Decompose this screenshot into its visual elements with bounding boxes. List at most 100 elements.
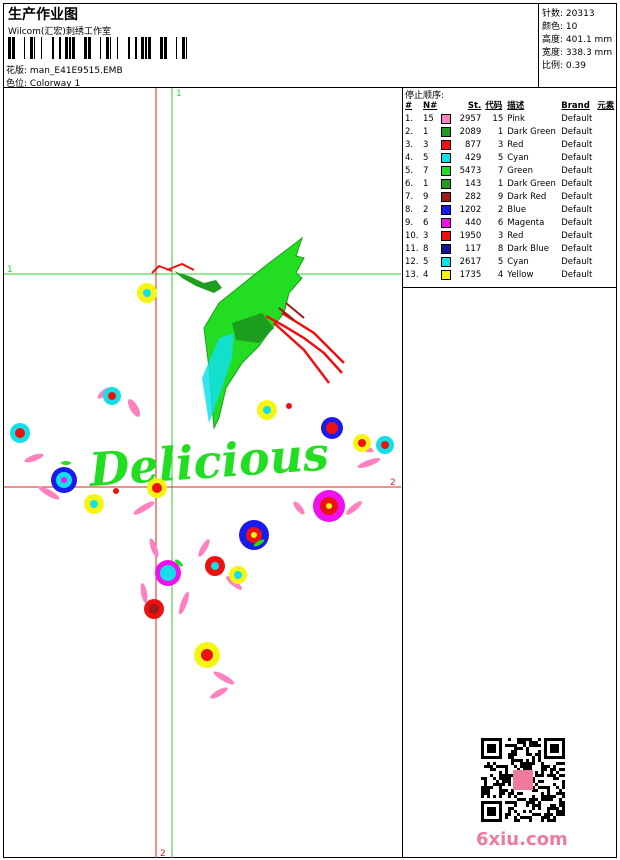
qr-module: [487, 765, 490, 768]
qr-module: [532, 741, 535, 744]
qr-module: [517, 798, 520, 801]
barcode-bar: [34, 37, 35, 59]
height-value: 401.1 mm: [565, 35, 613, 45]
row-element: [595, 191, 616, 204]
row-needle: 7: [423, 166, 429, 176]
scale-value: 0.39: [565, 61, 586, 71]
barcode-bar: [182, 37, 185, 59]
row-code: 6: [497, 218, 504, 228]
row-needle: 1: [423, 127, 429, 137]
table-row: 5. 7 5473 7 Green Default: [403, 165, 616, 178]
qr-module: [523, 738, 526, 741]
qr-module: [532, 801, 535, 804]
design-file: man_E41E9515.EMB: [29, 66, 123, 76]
qr-module: [514, 765, 517, 768]
barcode-bar: [128, 37, 130, 59]
qr-module: [514, 801, 517, 804]
qr-module: [505, 789, 508, 792]
col-desc: 描述: [507, 101, 525, 111]
qr-module: [562, 804, 565, 807]
qr-module: [523, 816, 526, 819]
row-index: 7.: [405, 192, 414, 202]
qr-module: [562, 786, 565, 789]
color-swatch: [441, 152, 452, 163]
row-desc: Cyan: [507, 153, 529, 163]
qr-module: [490, 768, 493, 771]
barcode-bar: [69, 37, 71, 59]
qr-module: [529, 819, 532, 822]
qr-module: [514, 747, 517, 750]
qr-module: [496, 780, 499, 783]
qr-module: [490, 765, 493, 768]
qr-module: [511, 753, 514, 756]
row-index: 5.: [405, 166, 414, 176]
qr-module: [562, 801, 565, 804]
qr-module: [490, 774, 493, 777]
qr-module: [490, 786, 493, 789]
qr-module: [538, 801, 541, 804]
qr-module: [505, 816, 508, 819]
row-desc: Cyan: [507, 257, 529, 267]
qr-module: [529, 744, 532, 747]
row-swatch: [439, 165, 453, 178]
qr-module: [514, 759, 517, 762]
qr-module: [499, 795, 502, 798]
row-code: 4: [497, 270, 504, 280]
row-element: [595, 139, 616, 152]
row-stitches: 143: [465, 179, 482, 189]
qr-module: [556, 777, 559, 780]
row-code: 5: [497, 153, 504, 163]
qr-module: [541, 816, 544, 819]
row-stitches: 2957: [459, 114, 482, 124]
qr-module: [493, 768, 496, 771]
stitch-count-value: 20313: [565, 9, 595, 19]
qr-module: [562, 762, 565, 765]
axis-label-v2-bottom: 2: [160, 849, 166, 858]
row-desc: Magenta: [507, 218, 545, 228]
qr-module: [547, 816, 550, 819]
qr-module: [532, 795, 535, 798]
barcode-bar: [148, 37, 151, 59]
row-swatch: [439, 178, 453, 191]
qr-module: [526, 738, 529, 741]
row-needle: 5: [423, 257, 429, 267]
qr-module: [559, 768, 562, 771]
qr-module: [547, 789, 550, 792]
qr-module: [502, 777, 505, 780]
qr-module: [535, 789, 538, 792]
qr-module: [508, 744, 511, 747]
row-swatch: [439, 204, 453, 217]
row-element: [595, 217, 616, 230]
qr-module: [517, 792, 520, 795]
qr-module: [484, 789, 487, 792]
qr-module: [538, 804, 541, 807]
color-swatch: [441, 191, 452, 202]
qr-module: [502, 774, 505, 777]
qr-module: [526, 816, 529, 819]
row-brand: Default: [561, 244, 593, 254]
row-code: 3: [497, 231, 504, 241]
embroidery-preview: Delicious 1 1 2 2: [4, 88, 401, 858]
row-stitches: 117: [465, 244, 482, 254]
qr-module: [496, 783, 499, 786]
qr-module: [514, 804, 517, 807]
qr-module: [547, 798, 550, 801]
qr-module: [484, 786, 487, 789]
table-row: 8. 2 1202 2 Blue Default: [403, 204, 616, 217]
row-index: 3.: [405, 140, 414, 150]
qr-module: [562, 792, 565, 795]
qr-module: [550, 804, 553, 807]
qr-module: [520, 747, 523, 750]
row-desc: Red: [507, 140, 524, 150]
flower-decorations: [10, 283, 394, 699]
qr-module: [493, 762, 496, 765]
barcode-bar: [100, 37, 101, 59]
qr-module: [562, 774, 565, 777]
qr-module: [535, 813, 538, 816]
qr-module: [538, 744, 541, 747]
qr-finder: [487, 807, 496, 816]
qr-module: [520, 765, 523, 768]
qr-module: [517, 741, 520, 744]
color-swatch: [441, 139, 452, 150]
qr-finder: [487, 744, 496, 753]
